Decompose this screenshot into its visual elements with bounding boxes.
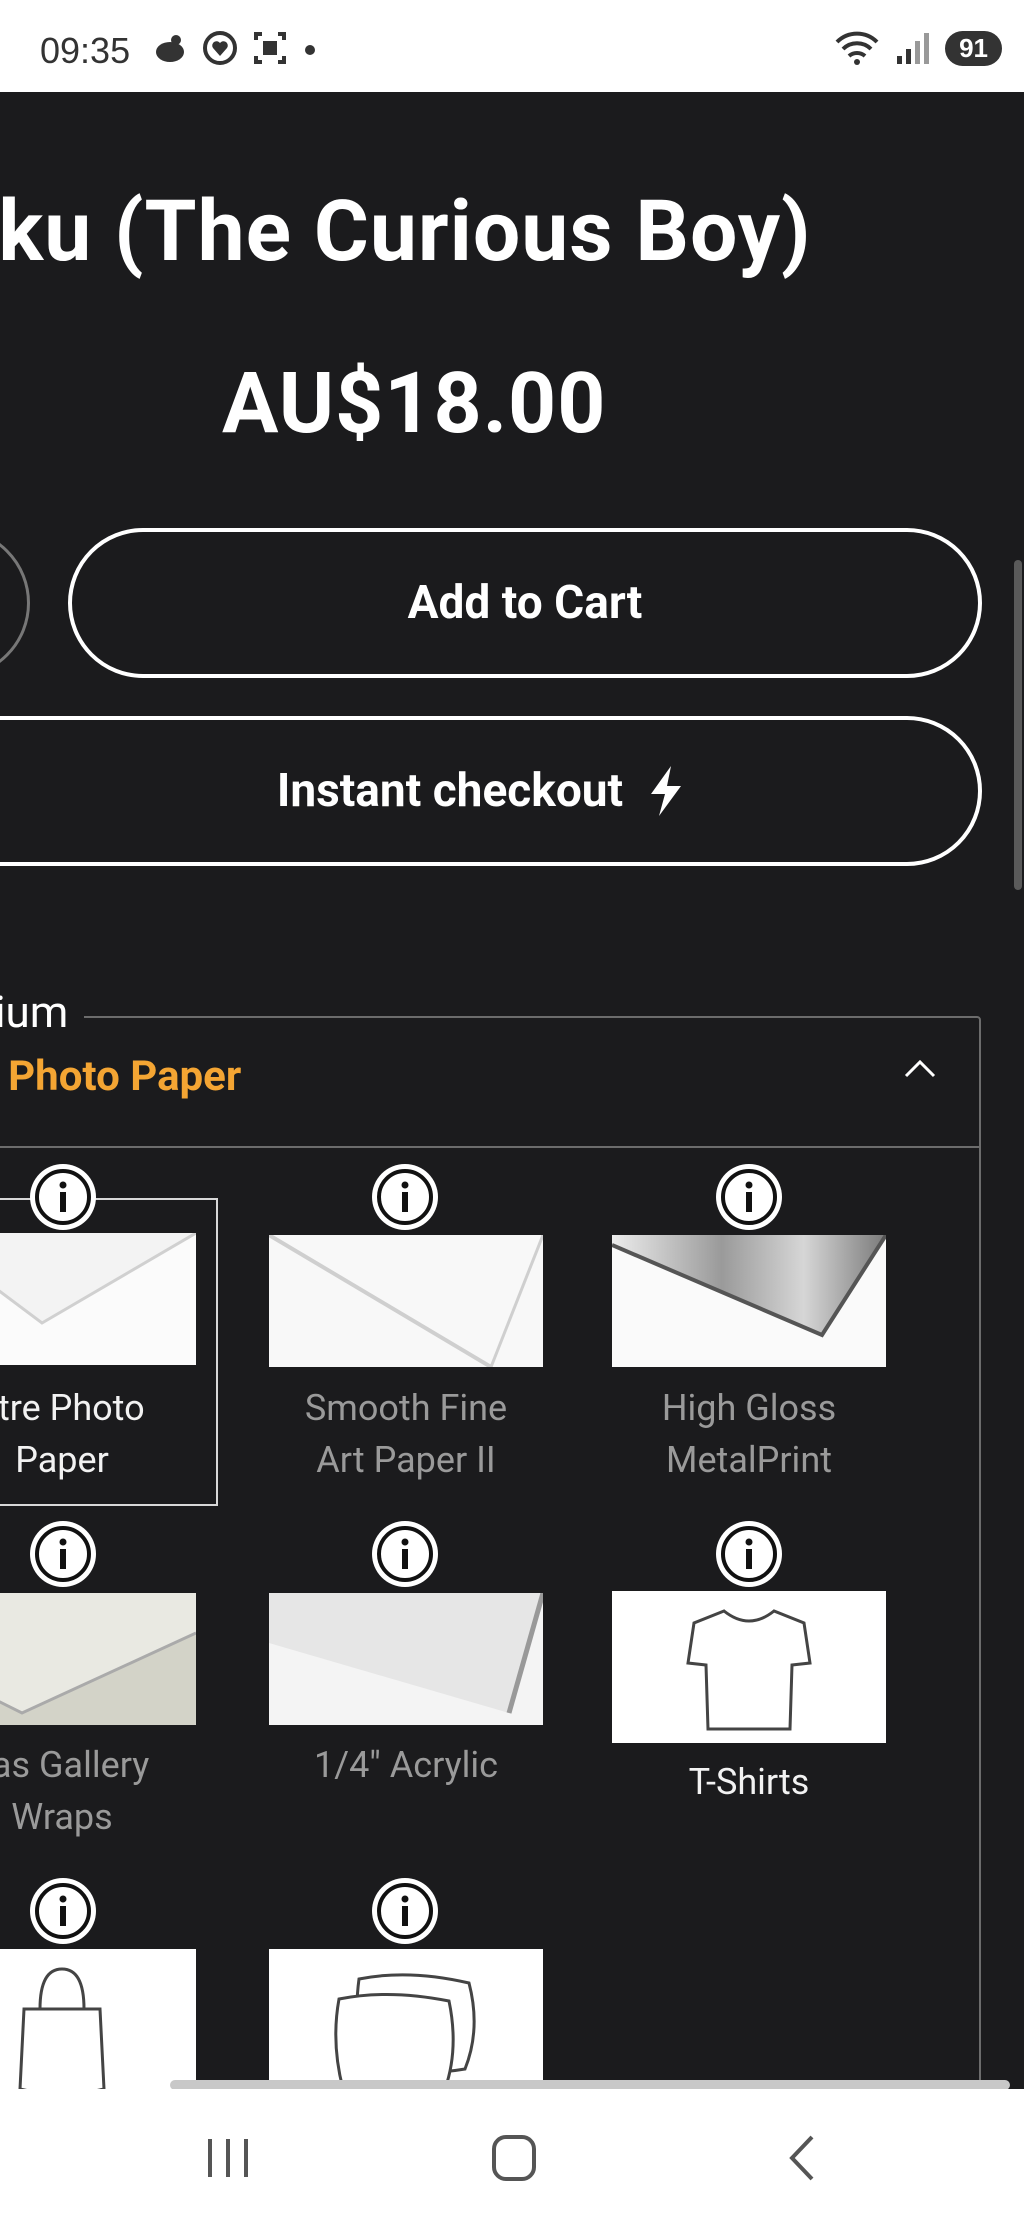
heart-icon [203,31,237,65]
option-label: T-Shirts [688,1761,810,1803]
paper-thumbnail [269,1235,543,1367]
status-time: 09:35 [40,30,131,71]
notification-icon [156,35,184,62]
option-label: vas GalleryWraps [0,1744,150,1838]
dot-icon [305,45,315,55]
screenshot-icon [254,32,286,64]
pillow-thumbnail [269,1949,543,2089]
medium-legend: dium [0,986,85,1038]
metal-thumbnail [612,1235,886,1367]
status-bar: 09:35 91 [0,0,1024,92]
canvas-thumbnail [0,1593,196,1725]
info-icon[interactable] [372,1164,438,1230]
add-to-cart-label: Add to Cart [407,576,643,630]
vertical-scrollbar[interactable] [1014,560,1022,890]
tote-bag-thumbnail [0,1949,196,2089]
product-title: eku (The Curious Boy) [0,182,812,281]
chevron-up-icon[interactable] [902,1056,938,1080]
instant-checkout-button[interactable]: Instant checkout [0,716,982,866]
back-icon[interactable] [782,2133,822,2183]
status-icons-right: 91 [833,30,1002,66]
wifi-icon [835,31,879,65]
info-icon[interactable] [372,1878,438,1944]
option-label: High Gloss MetalPrint [661,1387,837,1481]
product-page: eku (The Curious Boy) AU$18.00 Add to Ca… [0,92,1024,2089]
product-price: AU$18.00 [222,354,607,453]
medium-selector [0,1016,981,2089]
info-icon[interactable] [30,1521,96,1587]
quantity-selector[interactable] [0,528,30,678]
option-label: stre PhotoPaper [0,1387,145,1481]
info-icon[interactable] [30,1164,96,1230]
info-icon[interactable] [716,1164,782,1230]
option-label: 1/4" Acrylic [313,1744,498,1786]
home-icon[interactable] [490,2133,538,2183]
lightning-icon [651,766,682,816]
signal-icon [897,33,930,64]
add-to-cart-button[interactable]: Add to Cart [68,528,982,678]
tshirt-thumbnail [612,1591,886,1743]
recent-apps-icon[interactable] [204,2135,252,2181]
info-icon[interactable] [716,1521,782,1587]
status-icons-left [152,30,318,66]
battery-indicator: 91 [945,30,1002,66]
system-nav-bar [0,2089,1024,2219]
option-label: Smooth Fine Art Paper II [304,1387,508,1481]
info-icon[interactable] [372,1521,438,1587]
paper-thumbnail [0,1233,196,1365]
medium-divider [0,1146,981,1148]
medium-selected-value[interactable]: re Photo Paper [0,1052,241,1101]
acrylic-thumbnail [269,1593,543,1725]
info-icon[interactable] [30,1878,96,1944]
instant-checkout-label: Instant checkout [276,764,624,818]
